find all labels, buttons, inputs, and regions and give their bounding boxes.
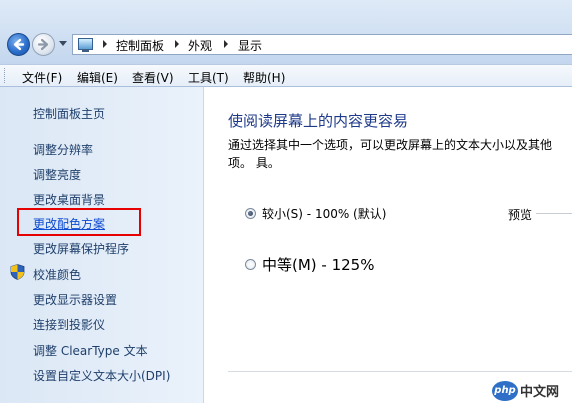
breadcrumb-control-panel[interactable]: 控制面板 xyxy=(116,37,164,54)
watermark-text: 中文网 xyxy=(520,385,560,400)
option-medium-label[interactable]: 中等(M) - 125% xyxy=(262,254,374,275)
back-arrow-icon xyxy=(13,38,25,51)
sidebar-item-calibrate-color[interactable]: 校准颜色 xyxy=(33,266,81,283)
sidebar-item-change-desktop-background[interactable]: 更改桌面背景 xyxy=(33,191,105,208)
sidebar-item-adjust-cleartype[interactable]: 调整 ClearType 文本 xyxy=(33,342,148,359)
menu-help[interactable]: 帮助(H) xyxy=(243,69,285,86)
sidebar-item-custom-dpi[interactable]: 设置自定义文本大小(DPI) xyxy=(33,367,170,384)
chevron-right-icon[interactable] xyxy=(224,40,228,48)
forward-arrow-icon xyxy=(37,38,49,51)
chevron-right-icon[interactable] xyxy=(175,40,179,48)
menu-bar: 文件(F) 编辑(E) 查看(V) 工具(T) 帮助(H) xyxy=(0,64,572,87)
control-panel-icon xyxy=(78,38,93,52)
radio-medium[interactable] xyxy=(245,259,256,270)
address-bar: 控制面板 外观 显示 xyxy=(0,0,572,64)
menu-view[interactable]: 查看(V) xyxy=(132,69,174,86)
sidebar-item-adjust-resolution[interactable]: 调整分辨率 xyxy=(33,141,93,158)
preview-divider xyxy=(536,213,572,214)
option-smaller-label[interactable]: 较小(S) - 100% (默认) xyxy=(262,205,386,222)
highlight-annotation xyxy=(17,208,141,236)
page-title: 使阅读屏幕上的内容更容易 xyxy=(228,112,409,130)
page-description: 通过选择其中一个选项，可以更改屏幕上的文本大小以及其他项。 具。 xyxy=(228,138,553,170)
sidebar-item-connect-projector[interactable]: 连接到投影仪 xyxy=(33,316,105,333)
watermark-badge: php xyxy=(492,380,518,401)
chevron-right-icon[interactable] xyxy=(103,40,107,48)
sidebar-item-change-screensaver[interactable]: 更改屏幕保护程序 xyxy=(33,240,129,257)
menu-edit[interactable]: 编辑(E) xyxy=(77,69,118,86)
content-divider xyxy=(228,371,572,372)
menu-file[interactable]: 文件(F) xyxy=(22,69,62,86)
breadcrumb-appearance[interactable]: 外观 xyxy=(188,37,212,54)
sidebar-item-change-display-settings[interactable]: 更改显示器设置 xyxy=(33,291,117,308)
forward-button[interactable] xyxy=(32,33,55,56)
menu-tools[interactable]: 工具(T) xyxy=(188,69,229,86)
breadcrumb-display[interactable]: 显示 xyxy=(238,37,262,54)
sidebar-item-control-panel-home[interactable]: 控制面板主页 xyxy=(33,105,105,122)
watermark-logo: php 中文网 xyxy=(492,378,572,403)
shield-icon xyxy=(10,264,25,280)
recent-pages-dropdown-icon[interactable] xyxy=(59,41,67,46)
radio-smaller[interactable] xyxy=(245,208,256,219)
menu-grip xyxy=(4,68,7,83)
sidebar-item-adjust-brightness[interactable]: 调整亮度 xyxy=(33,166,81,183)
preview-label: 预览 xyxy=(508,208,533,222)
back-button[interactable] xyxy=(7,33,30,56)
